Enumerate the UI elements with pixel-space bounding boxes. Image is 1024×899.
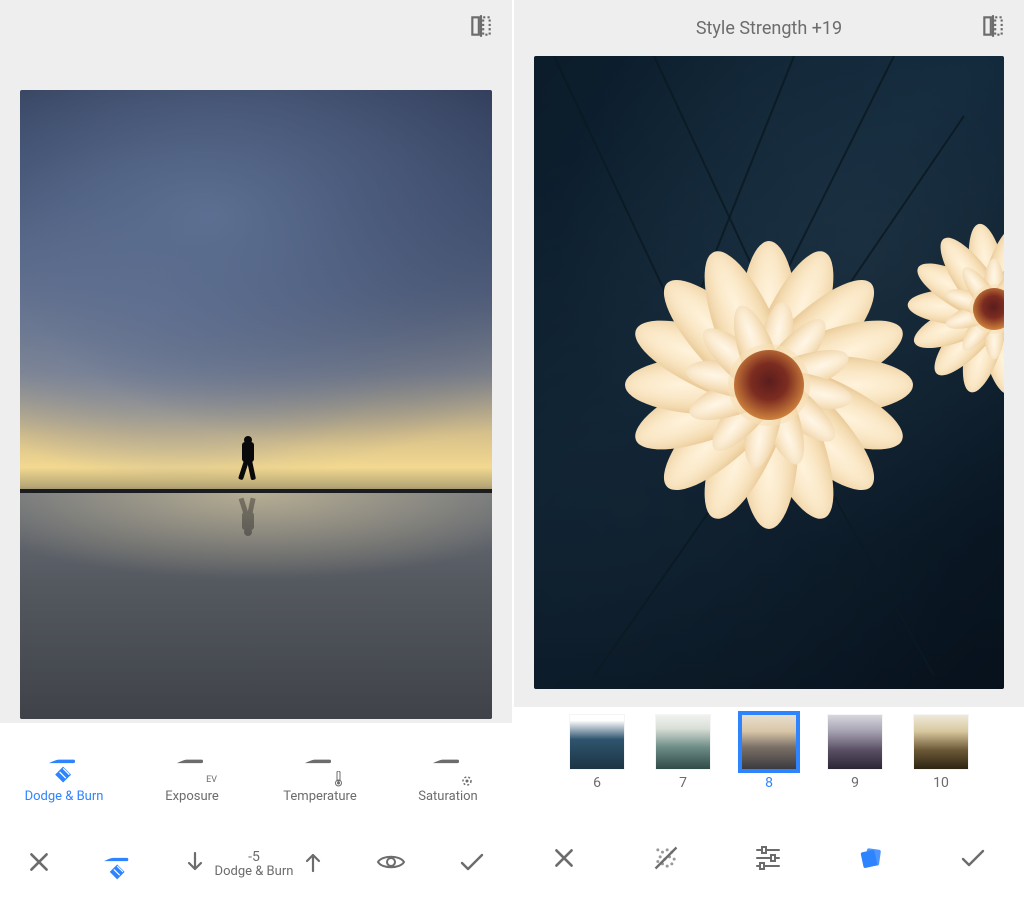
style-editor-screen: Style Strength +19 bbox=[512, 0, 1024, 899]
cancel-button[interactable] bbox=[551, 845, 577, 875]
brush-label: Saturation bbox=[418, 789, 477, 804]
grain-icon bbox=[652, 844, 680, 872]
apply-button[interactable] bbox=[458, 850, 486, 878]
brush-exposure[interactable]: EV Exposure bbox=[128, 723, 256, 829]
canvas[interactable] bbox=[20, 90, 492, 719]
brush-label: Dodge & Burn bbox=[25, 789, 104, 804]
close-icon bbox=[26, 849, 52, 875]
stepper-value: -5 bbox=[215, 850, 294, 865]
filter-strip[interactable]: 6 7 8 9 10 bbox=[514, 707, 1024, 821]
check-icon bbox=[959, 846, 987, 870]
edited-photo bbox=[20, 90, 492, 719]
brush-icon bbox=[305, 749, 335, 783]
stepper-readout: -5 Dodge & Burn bbox=[215, 850, 294, 878]
filter-swatch bbox=[914, 715, 968, 769]
compare-icon[interactable] bbox=[980, 13, 1006, 43]
brush-temperature[interactable]: Temperature bbox=[256, 723, 384, 829]
brush-label: Temperature bbox=[283, 789, 356, 804]
thermometer-icon bbox=[333, 771, 345, 787]
close-icon bbox=[551, 845, 577, 871]
filter-swatch bbox=[828, 715, 882, 769]
top-bar: Style Strength +19 bbox=[514, 0, 1024, 56]
filter-swatch bbox=[742, 715, 796, 769]
bottom-action-bar: -5 Dodge & Burn bbox=[0, 829, 512, 899]
filter-number: 9 bbox=[851, 775, 859, 791]
brush-icon bbox=[99, 842, 139, 882]
filter-9[interactable]: 9 bbox=[812, 715, 898, 791]
adjust-button[interactable] bbox=[754, 845, 782, 875]
brush-saturation[interactable]: Saturation bbox=[384, 723, 512, 829]
arrow-down-icon bbox=[185, 850, 205, 874]
mask-visibility-button[interactable] bbox=[376, 851, 406, 877]
styles-button[interactable] bbox=[856, 845, 884, 875]
filter-number: 10 bbox=[933, 775, 949, 791]
brush-settings-button[interactable] bbox=[104, 848, 132, 880]
edited-photo bbox=[534, 56, 1004, 689]
value-stepper: -5 Dodge & Burn bbox=[185, 850, 324, 878]
filter-6[interactable]: 6 bbox=[554, 715, 640, 791]
brush-icon bbox=[433, 749, 463, 783]
filter-number: 8 bbox=[765, 775, 773, 791]
brush-editor-screen: Dodge & Burn EV Exposure bbox=[0, 0, 512, 899]
filter-swatch bbox=[656, 715, 710, 769]
ev-badge: EV bbox=[206, 775, 217, 785]
shuffle-button[interactable] bbox=[652, 844, 680, 876]
brush-tool-row: Dodge & Burn EV Exposure bbox=[0, 723, 512, 829]
brush-label: Exposure bbox=[165, 789, 219, 804]
cancel-button[interactable] bbox=[26, 849, 52, 879]
compare-icon[interactable] bbox=[468, 13, 494, 43]
increase-button[interactable] bbox=[303, 850, 323, 878]
sliders-icon bbox=[754, 845, 782, 871]
check-icon bbox=[458, 850, 486, 874]
filter-7[interactable]: 7 bbox=[640, 715, 726, 791]
top-bar bbox=[0, 0, 512, 56]
apply-button[interactable] bbox=[959, 846, 987, 874]
filter-number: 6 bbox=[593, 775, 601, 791]
brush-dodge-burn[interactable]: Dodge & Burn bbox=[0, 723, 128, 829]
decrease-button[interactable] bbox=[185, 850, 205, 878]
filter-8[interactable]: 8 bbox=[726, 715, 812, 791]
eye-icon bbox=[376, 851, 406, 873]
canvas[interactable] bbox=[534, 56, 1004, 689]
stepper-label: Dodge & Burn bbox=[215, 865, 294, 879]
filter-swatch bbox=[570, 715, 624, 769]
page-title: Style Strength +19 bbox=[696, 18, 842, 39]
arrow-up-icon bbox=[303, 850, 323, 874]
filter-number: 7 bbox=[679, 775, 687, 791]
brush-icon bbox=[49, 749, 79, 783]
filter-10[interactable]: 10 bbox=[898, 715, 984, 791]
saturation-badge-icon bbox=[459, 773, 475, 789]
bottom-action-bar bbox=[514, 821, 1024, 899]
cards-icon bbox=[856, 845, 884, 871]
brush-icon: EV bbox=[177, 749, 207, 783]
